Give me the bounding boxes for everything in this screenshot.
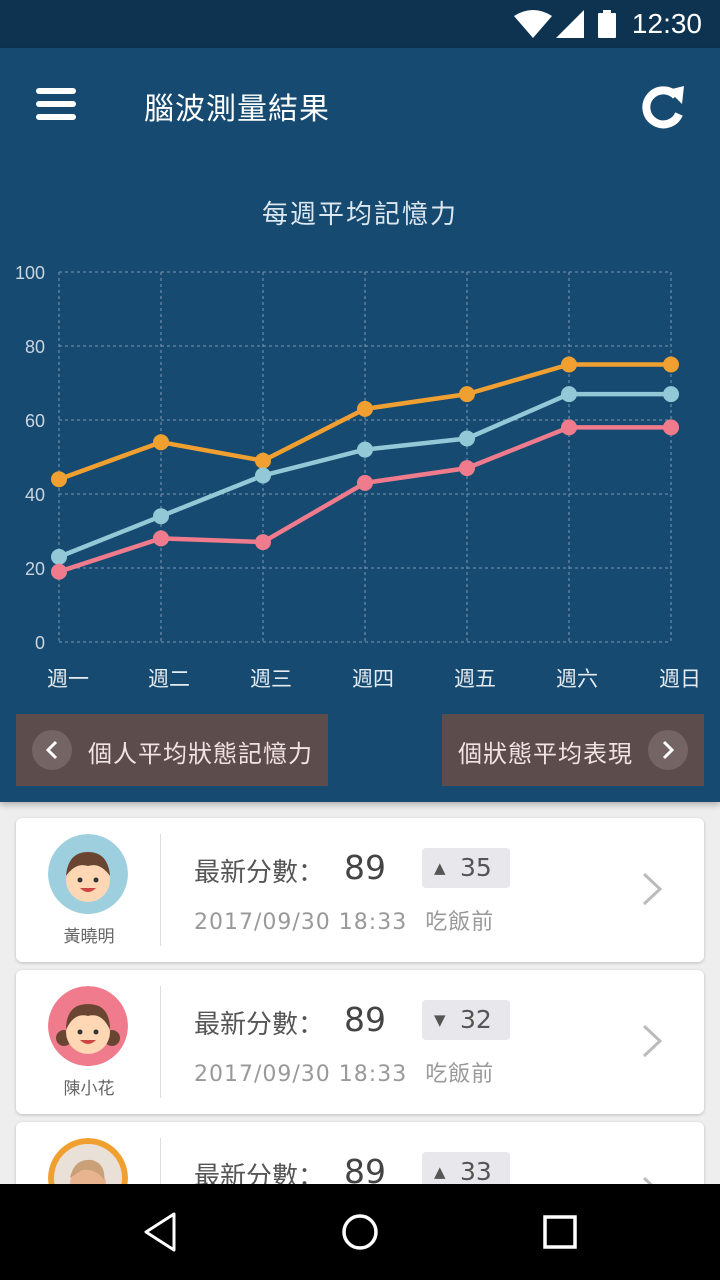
next-chart-label: 個狀態平均表現 [458,740,633,768]
chart-title: 每週平均記憶力 [261,200,458,230]
chevron-right-icon [642,872,663,906]
data-point [51,471,67,488]
divider [160,834,161,946]
data-point [357,474,373,491]
data-point [561,386,577,403]
user-name: 陳小花 [63,1079,115,1099]
signal-icon [556,10,584,38]
user-card[interactable]: 黃曉明 最新分數： 89 ▲ 35 2017/09/30 18:33 吃飯前 [16,818,704,962]
data-point [663,419,679,436]
avatar-girl [48,986,128,1066]
wifi-icon [514,10,552,38]
measure-meta: 2017/09/30 18:33 吃飯前 [194,1056,494,1088]
y-tick-label: 20 [25,559,45,579]
score-value: 89 [344,848,386,887]
data-point [153,434,169,451]
data-point [357,400,373,417]
score-label: 最新分數： [194,858,325,888]
x-tick-label: 週四 [352,667,394,691]
score-label: 最新分數： [194,1010,325,1040]
chevron-right-icon [642,1024,663,1058]
score-value: 89 [344,1000,386,1039]
data-point [561,419,577,436]
data-point [51,563,67,580]
avatar-boy [48,834,128,914]
system-nav-bar [0,1184,720,1280]
back-icon[interactable] [134,1206,186,1258]
x-tick-label: 週六 [556,667,598,691]
data-point [663,356,679,373]
user-card[interactable]: 陳小花 最新分數： 89 ▼ 32 2017/09/30 18:33 吃飯前 [16,970,704,1114]
trend-up-icon: ▲ [434,859,446,877]
timestamp: 2017/09/30 18:33 [194,910,408,935]
data-point [459,386,475,403]
prev-chart-label: 個人平均狀態記憶力 [88,740,313,768]
line-chart: 0 20 40 60 80 100 週一 週二 週三 週四 週五 週六 週日 [15,263,701,691]
y-tick-label: 40 [25,485,45,505]
meal-status: 吃飯前 [425,1062,495,1087]
x-tick-label: 週二 [148,667,190,691]
meal-status: 吃飯前 [425,910,495,935]
trend-up-icon: ▲ [434,1163,446,1181]
battery-icon [598,10,616,38]
chevron-right-icon [648,730,688,770]
trend-badge: ▼ 32 [422,1000,510,1040]
x-tick-label: 週三 [250,667,292,691]
data-point [663,386,679,403]
measure-meta: 2017/09/30 18:33 吃飯前 [194,904,494,936]
data-point [459,430,475,447]
trend-down-icon: ▼ [434,1011,446,1029]
data-point [153,508,169,525]
chevron-left-icon [32,730,72,770]
x-tick-label: 週一 [47,667,89,691]
trend-delta: 35 [460,853,492,882]
status-time: 12:30 [631,8,702,39]
y-tick-label: 0 [35,633,45,653]
data-point [561,356,577,373]
timestamp: 2017/09/30 18:33 [194,1062,408,1087]
page-title: 腦波測量結果 [144,92,330,127]
refresh-icon [642,86,684,129]
x-tick-label: 週五 [454,667,496,691]
recents-icon[interactable] [534,1206,586,1258]
prev-chart-button[interactable]: 個人平均狀態記憶力 [16,714,328,786]
y-tick-label: 60 [25,411,45,431]
data-point [255,452,271,469]
data-point [357,441,373,458]
menu-button[interactable] [34,88,78,124]
data-point [255,534,271,551]
data-point [153,530,169,547]
y-tick-label: 80 [25,337,45,357]
home-icon[interactable] [334,1206,386,1258]
status-bar: 12:30 [0,0,720,48]
trend-badge: ▲ 35 [422,848,510,888]
y-tick-label: 100 [15,263,45,283]
next-chart-button[interactable]: 個狀態平均表現 [442,714,704,786]
trend-delta: 33 [460,1157,492,1186]
user-name: 黃曉明 [63,927,115,947]
x-tick-label: 週日 [659,667,701,691]
data-point [255,467,271,484]
refresh-button[interactable] [638,82,688,132]
data-point [51,548,67,565]
data-point [459,460,475,477]
trend-delta: 32 [460,1005,492,1034]
divider [160,986,161,1098]
